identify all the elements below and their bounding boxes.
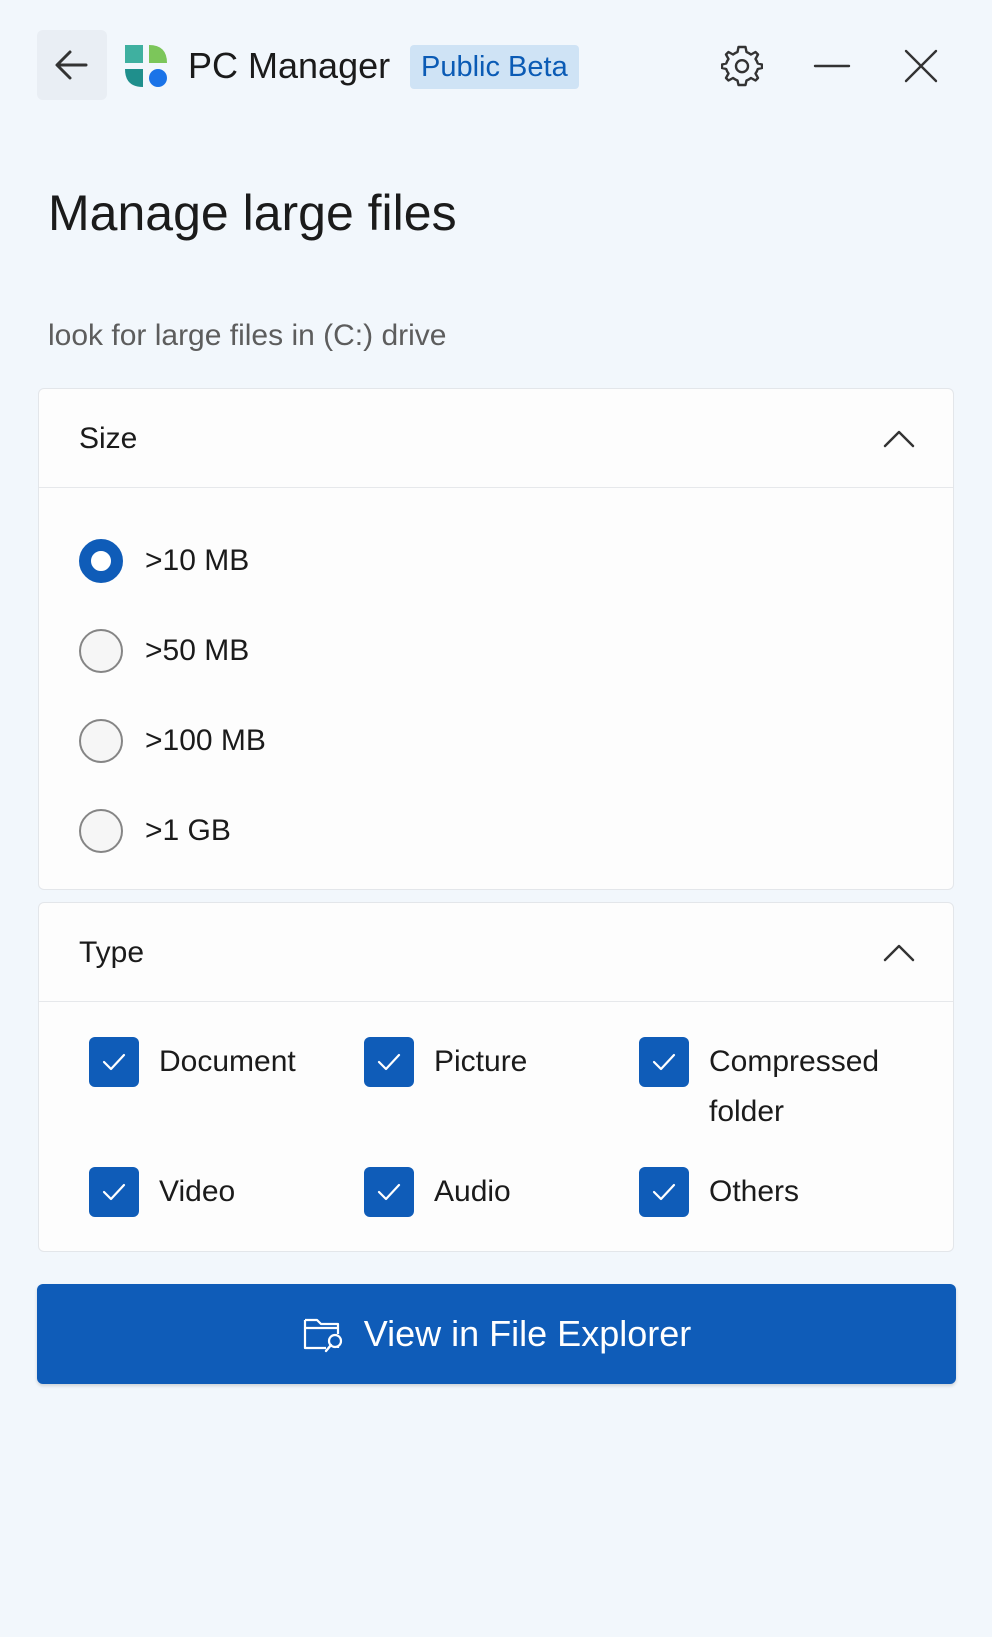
size-section-label: Size: [79, 422, 138, 455]
folder-search-icon: [303, 1318, 342, 1353]
type-option-label: Picture: [434, 1045, 528, 1078]
beta-badge: Public Beta: [410, 45, 579, 89]
checkbox-checked[interactable]: [89, 1037, 139, 1087]
checkbox-checked[interactable]: [639, 1167, 689, 1217]
type-option-others[interactable]: Others: [639, 1167, 919, 1217]
type-section-header[interactable]: Type: [39, 903, 953, 1002]
size-option-50mb[interactable]: >50 MB: [79, 627, 249, 675]
size-section: Size >10 MB >50 MB >100 MB >1 GB: [38, 388, 954, 890]
checkmark-icon: [652, 1053, 676, 1071]
radio-button[interactable]: [79, 629, 123, 673]
size-section-header[interactable]: Size: [39, 389, 953, 488]
app-title: PC Manager: [188, 45, 391, 86]
checkmark-icon: [652, 1183, 676, 1201]
type-option-label: Compressed folder: [709, 1045, 880, 1128]
radio-button-checked[interactable]: [79, 539, 123, 583]
back-button[interactable]: [37, 30, 107, 100]
checkbox-checked[interactable]: [639, 1037, 689, 1087]
type-option-label: Audio: [434, 1175, 511, 1208]
type-option-audio[interactable]: Audio: [364, 1167, 644, 1217]
gear-icon: [721, 45, 763, 87]
chevron-up-icon: [883, 430, 915, 448]
checkbox-checked[interactable]: [89, 1167, 139, 1217]
checkmark-icon: [102, 1053, 126, 1071]
settings-button[interactable]: [712, 36, 772, 96]
radio-button[interactable]: [79, 719, 123, 763]
size-option-label: >100 MB: [145, 724, 266, 757]
checkmark-icon: [377, 1183, 401, 1201]
page-subtitle: look for large files in (C:) drive: [48, 319, 447, 352]
type-section: Type Document Picture Compressed folder …: [38, 902, 954, 1252]
size-option-100mb[interactable]: >100 MB: [79, 717, 266, 765]
radio-button[interactable]: [79, 809, 123, 853]
type-section-label: Type: [79, 936, 145, 969]
view-in-file-explorer-button[interactable]: View in File Explorer: [37, 1284, 956, 1384]
pc-manager-logo-icon: [125, 45, 167, 87]
chevron-up-icon: [883, 944, 915, 962]
type-option-picture[interactable]: Picture: [364, 1037, 644, 1087]
checkmark-icon: [102, 1183, 126, 1201]
close-icon: [904, 49, 938, 83]
type-option-compressed-folder[interactable]: Compressed folder: [639, 1037, 919, 1137]
size-option-10mb[interactable]: >10 MB: [79, 537, 249, 585]
type-option-video[interactable]: Video: [89, 1167, 369, 1217]
size-option-label: >1 GB: [145, 814, 231, 847]
arrow-left-icon: [55, 50, 88, 80]
type-option-label: Others: [709, 1175, 800, 1208]
type-option-label: Video: [159, 1175, 236, 1208]
close-button[interactable]: [891, 36, 951, 96]
view-in-file-explorer-label: View in File Explorer: [363, 1313, 692, 1354]
size-option-1gb[interactable]: >1 GB: [79, 807, 231, 855]
checkbox-checked[interactable]: [364, 1037, 414, 1087]
type-option-document[interactable]: Document: [89, 1037, 369, 1087]
size-option-label: >10 MB: [145, 544, 250, 577]
minimize-button[interactable]: [802, 36, 862, 96]
type-option-label: Document: [159, 1045, 296, 1078]
minimize-icon: [813, 64, 851, 68]
title-bar: PC Manager Public Beta: [0, 0, 992, 135]
checkbox-checked[interactable]: [364, 1167, 414, 1217]
page-title: Manage large files: [48, 185, 457, 241]
checkmark-icon: [377, 1053, 401, 1071]
size-option-label: >50 MB: [145, 634, 250, 667]
